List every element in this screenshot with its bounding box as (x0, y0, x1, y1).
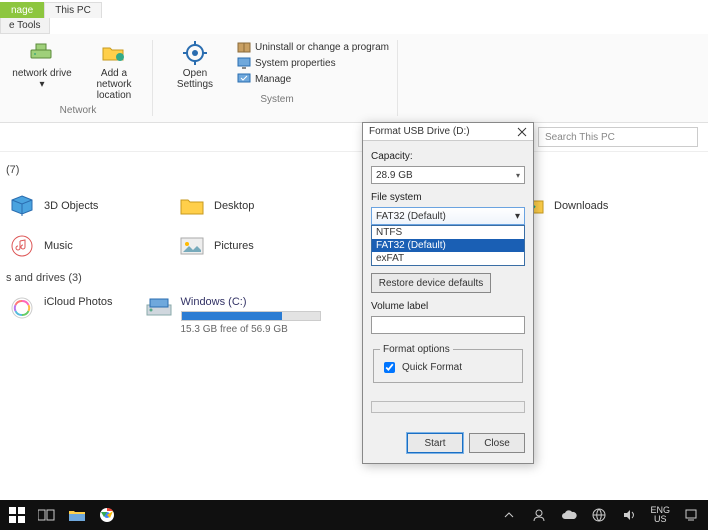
music-note-icon (8, 234, 36, 258)
search-input[interactable]: Search This PC (538, 127, 698, 147)
language-indicator[interactable]: ENG US (650, 506, 670, 524)
task-view-icon[interactable] (38, 506, 56, 524)
folder-3d-objects[interactable]: 3D Objects (4, 186, 174, 226)
restore-defaults-button[interactable]: Restore device defaults (371, 273, 491, 293)
manage-button[interactable]: Manage (237, 72, 389, 86)
volume-icon[interactable] (620, 506, 638, 524)
system-properties-button[interactable]: System properties (237, 56, 389, 70)
format-options-group: Format options Quick Format (373, 344, 523, 383)
chrome-icon[interactable] (98, 506, 116, 524)
uninstall-program-button[interactable]: Uninstall or change a program (237, 40, 389, 54)
tray-up-icon[interactable] (500, 506, 518, 524)
tab-this-pc[interactable]: This PC (44, 2, 102, 18)
onedrive-icon[interactable] (560, 506, 578, 524)
ribbon: network drive ▾ Add a network location N… (0, 34, 708, 123)
capacity-label: Capacity: (371, 151, 525, 162)
network-tray-icon[interactable] (590, 506, 608, 524)
dialog-title: Format USB Drive (D:) (369, 126, 470, 137)
tab-manage[interactable]: nage (0, 2, 44, 18)
filesystem-option-ntfs[interactable]: NTFS (372, 226, 524, 239)
drive-usage-bar (181, 311, 321, 321)
folder-pictures[interactable]: Pictures (174, 226, 344, 266)
start-button[interactable]: Start (407, 433, 463, 453)
filesystem-option-fat32[interactable]: FAT32 (Default) (372, 239, 524, 252)
folder-icon (178, 194, 206, 218)
monitor-icon (237, 56, 251, 70)
volume-label-label: Volume label (371, 301, 525, 312)
filesystem-label: File system (371, 192, 525, 203)
open-settings-button[interactable]: Open Settings (165, 40, 225, 90)
volume-label-input[interactable] (371, 316, 525, 334)
quick-format-checkbox[interactable]: Quick Format (380, 359, 516, 376)
folder-downloads[interactable]: Downloads (514, 186, 684, 226)
tab-drive-tools[interactable]: e Tools (0, 18, 50, 34)
folder-network-icon (99, 40, 129, 66)
manage-icon (237, 72, 251, 86)
start-button[interactable] (8, 506, 26, 524)
ribbon-group-network: Network (60, 105, 97, 116)
filesystem-option-exfat[interactable]: exFAT (372, 252, 524, 265)
add-network-location-button[interactable]: Add a network location (84, 40, 144, 101)
folders-grid: 3D Objects Desktop Downloads Music (4, 186, 698, 266)
format-progress-bar (371, 401, 525, 413)
folder-desktop[interactable]: Desktop (174, 186, 344, 226)
picture-icon (178, 234, 206, 258)
close-button[interactable]: Close (469, 433, 525, 453)
filesystem-dropdown: NTFS FAT32 (Default) exFAT (371, 225, 525, 266)
cube-icon (8, 194, 36, 218)
notifications-icon[interactable] (682, 506, 700, 524)
people-icon[interactable] (530, 506, 548, 524)
format-dialog: Format USB Drive (D:) Capacity: 28.9 GB … (362, 122, 534, 464)
folders-section-header[interactable]: (7) (6, 164, 698, 176)
hard-drive-icon (145, 296, 173, 320)
file-explorer-icon[interactable] (68, 506, 86, 524)
capacity-select[interactable]: 28.9 GB ▾ (371, 166, 525, 184)
chevron-down-icon: ▾ (515, 211, 520, 222)
close-icon[interactable] (517, 127, 527, 137)
map-network-drive-button[interactable]: network drive ▾ (12, 40, 72, 90)
chevron-down-icon: ▾ (516, 171, 520, 180)
drive-icloud-photos[interactable]: iCloud Photos (4, 294, 117, 337)
folder-music[interactable]: Music (4, 226, 174, 266)
gear-icon (180, 40, 210, 66)
ribbon-group-system: System (260, 94, 293, 105)
address-bar-row: Search This PC (0, 123, 708, 152)
drive-network-icon (27, 40, 57, 66)
taskbar: ENG US (0, 500, 708, 530)
drives-section-header[interactable]: s and drives (3) (6, 272, 698, 284)
package-icon (237, 40, 251, 54)
icloud-photos-icon (8, 296, 36, 320)
filesystem-select[interactable]: FAT32 (Default) ▾ (371, 207, 525, 225)
drive-windows-c[interactable]: Windows (C:) 15.3 GB free of 56.9 GB (141, 294, 325, 337)
